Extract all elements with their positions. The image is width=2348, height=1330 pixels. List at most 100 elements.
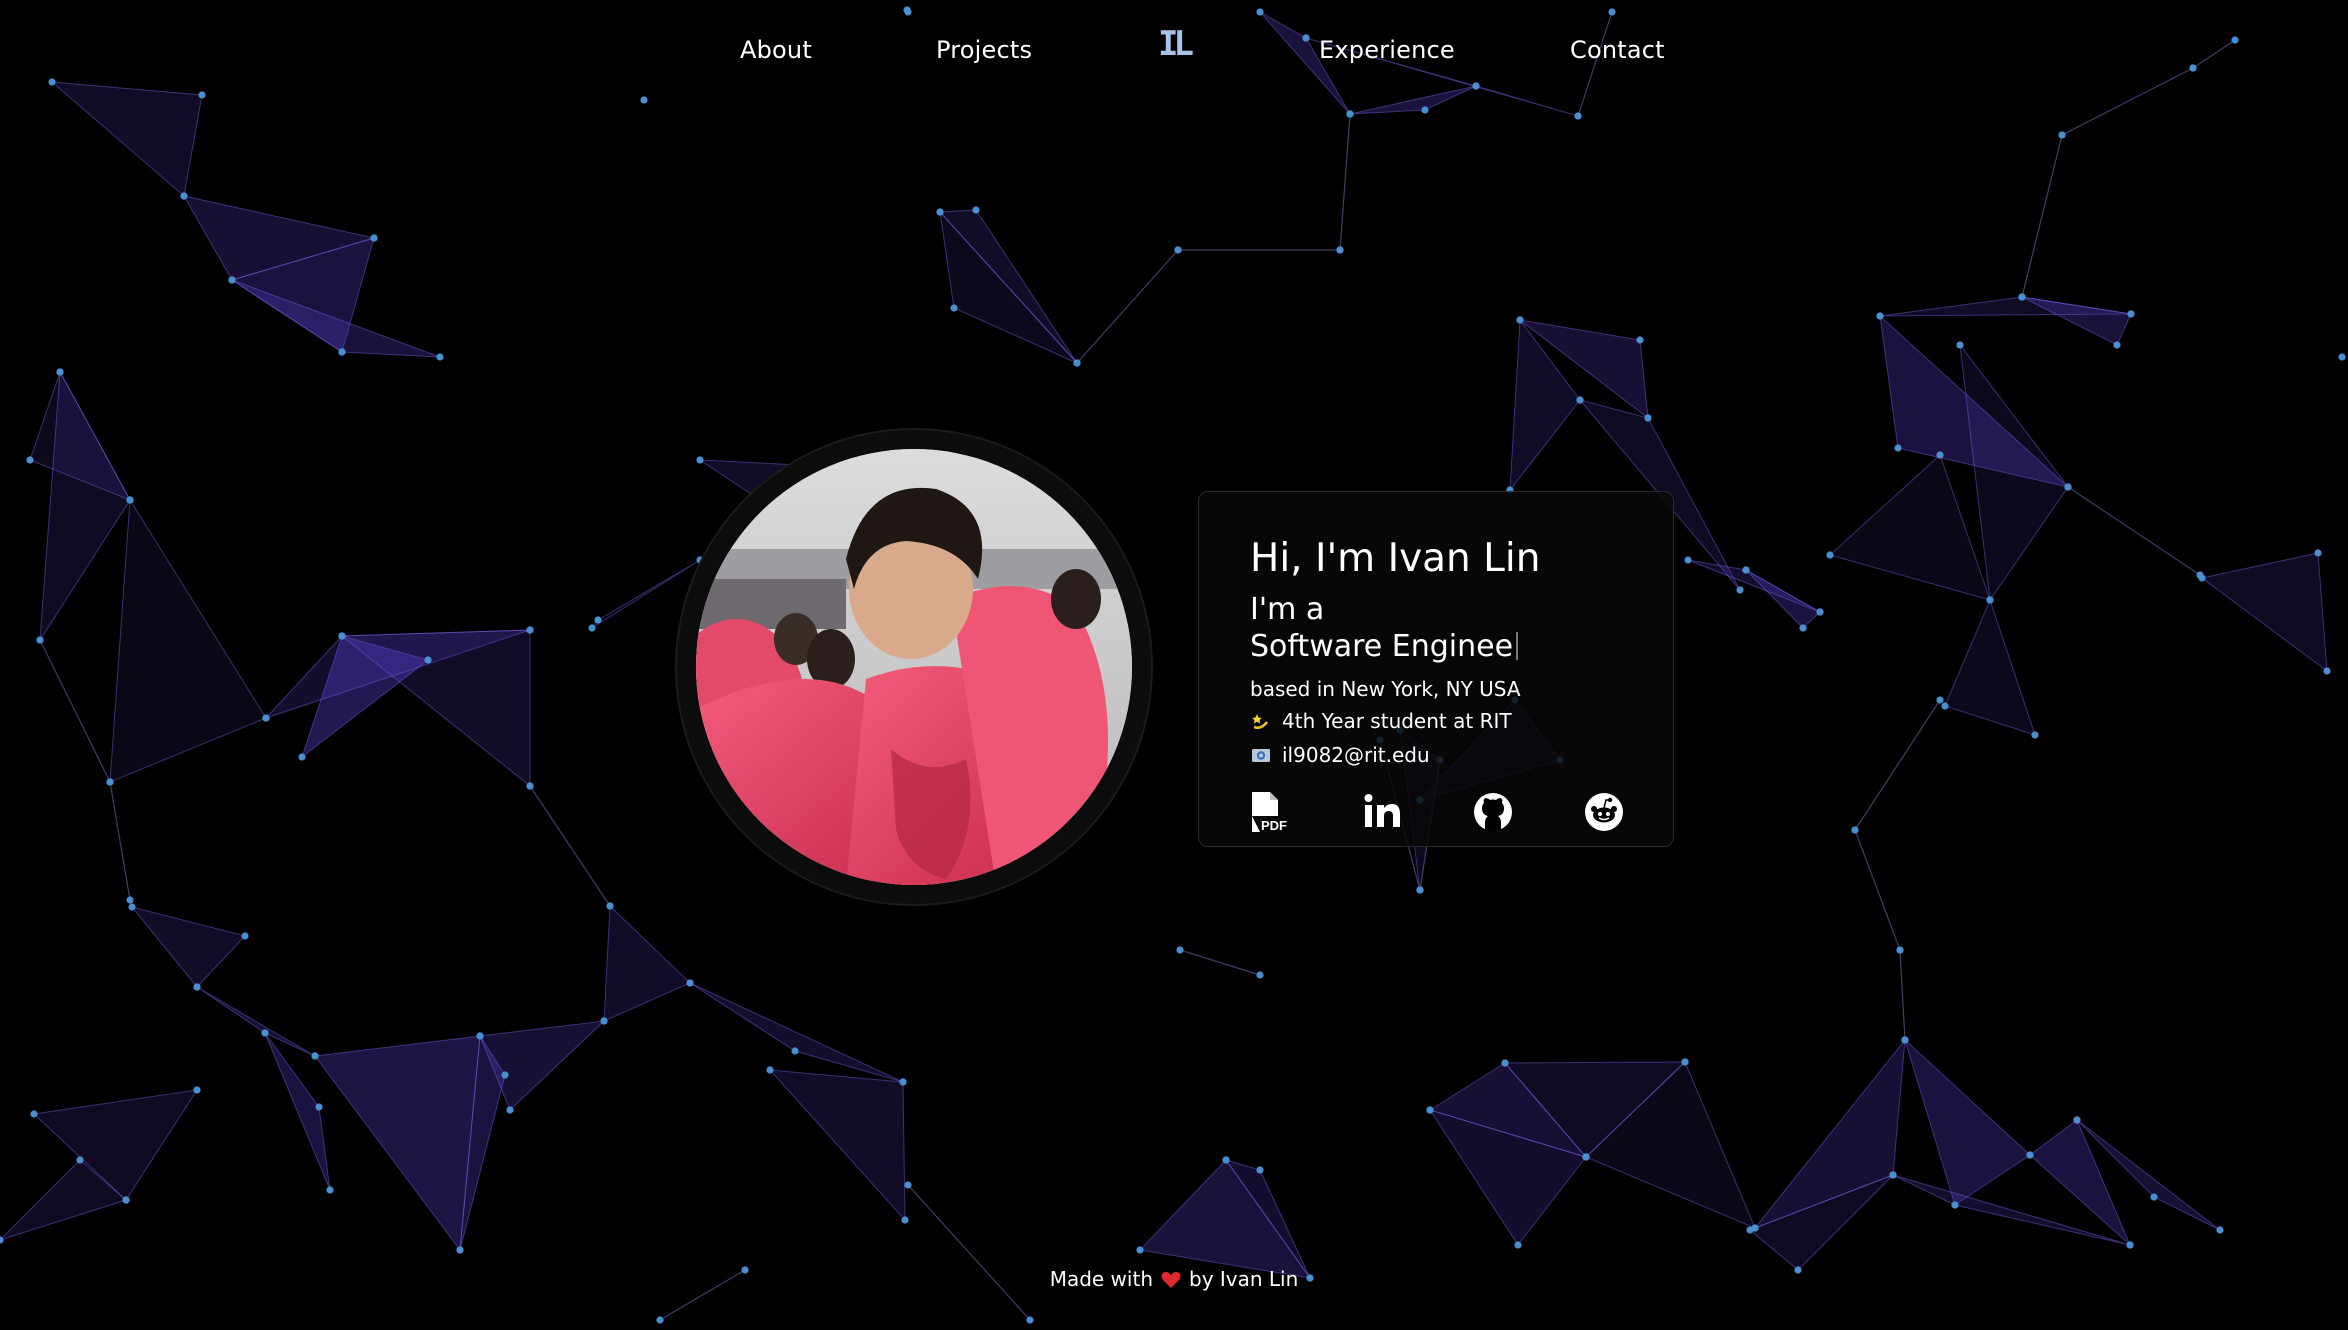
network-node (1256, 8, 1264, 16)
reddit-link[interactable] (1582, 790, 1626, 834)
network-node (2018, 293, 2026, 301)
network-node (1851, 826, 1859, 834)
network-node (424, 656, 432, 664)
student-info: 4th Year student at RIT (1250, 709, 1512, 733)
reddit-icon (1585, 793, 1623, 831)
nav-about-link[interactable]: About (740, 36, 812, 64)
network-node (198, 91, 206, 99)
email-info[interactable]: il9082@rit.edu (1250, 743, 1430, 767)
network-node (30, 1110, 38, 1118)
network-node (1501, 1059, 1509, 1067)
network-node (126, 896, 134, 904)
network-node (241, 932, 249, 940)
network-node (1746, 1226, 1754, 1234)
nav-contact-link[interactable]: Contact (1570, 36, 1665, 64)
network-node (456, 1246, 464, 1254)
network-node (261, 1029, 269, 1037)
network-node (506, 1106, 514, 1114)
linkedin-link[interactable] (1361, 790, 1405, 834)
network-node (2127, 310, 2135, 318)
page: About Projects IL Experience Contact Hi,… (0, 0, 2348, 1330)
network-node (594, 616, 602, 624)
network-node (686, 979, 694, 987)
network-node (1256, 971, 1264, 979)
network-node (640, 96, 648, 104)
network-node (370, 234, 378, 242)
network-node (338, 632, 346, 640)
intro-text: I'm a (1250, 592, 1325, 627)
network-polygon (939, 210, 1078, 364)
network-polygon (1138, 1159, 1312, 1279)
network-node (436, 353, 444, 361)
greeting-heading: Hi, I'm Ivan Lin (1250, 536, 1541, 581)
network-node (2323, 667, 2331, 675)
network-node (126, 496, 134, 504)
typed-role: Software Enginee (1250, 629, 1519, 664)
network-node (600, 1017, 608, 1025)
network-node (2314, 549, 2322, 557)
footer: Made with by Ivan Lin (0, 1267, 2348, 1291)
network-link (109, 781, 131, 901)
github-icon (1474, 793, 1512, 832)
network-node (1222, 1156, 1230, 1164)
resume-pdf-link[interactable]: PDF (1248, 790, 1292, 834)
network-polygon (2021, 296, 2132, 346)
network-node (262, 714, 270, 722)
network-node (2064, 483, 2072, 491)
network-node (2073, 1116, 2081, 1124)
network-link (1076, 249, 1179, 364)
heart-icon (1161, 1271, 1181, 1288)
network-node (228, 276, 236, 284)
network-node (326, 1186, 334, 1194)
network-node (2113, 341, 2121, 349)
network-node (1346, 110, 1354, 118)
network-polygon (1745, 569, 1821, 629)
nav-experience-link[interactable]: Experience (1319, 36, 1455, 64)
network-node (298, 753, 306, 761)
social-links: PDF (1248, 790, 1648, 838)
network-node (501, 1071, 509, 1079)
network-link (39, 639, 111, 783)
network-node (2026, 1151, 2034, 1159)
network-polygon (1349, 85, 1477, 115)
network-link (2061, 67, 2194, 136)
network-node (656, 1316, 664, 1324)
network-node (1421, 106, 1429, 114)
network-node (1026, 1316, 1034, 1324)
network-node (1644, 414, 1652, 422)
network-node (1684, 556, 1692, 564)
network-node (1901, 1036, 1909, 1044)
network-node (1951, 1201, 1959, 1209)
network-node (526, 782, 534, 790)
network-node (904, 8, 912, 16)
network-node (972, 206, 980, 214)
pdf-resume-icon: PDF (1252, 792, 1287, 833)
site-logo[interactable]: IL (1158, 24, 1194, 64)
network-polygon (196, 986, 316, 1057)
network-node (193, 983, 201, 991)
network-node (696, 456, 704, 464)
network-node (1636, 336, 1644, 344)
network-polygon (50, 81, 203, 197)
email-icon (1252, 749, 1270, 762)
network-node (791, 1047, 799, 1055)
network-node (1336, 246, 1344, 254)
network-node (1582, 1153, 1590, 1161)
network-node (56, 368, 64, 376)
network-node (26, 456, 34, 464)
network-node (122, 1196, 130, 1204)
email-text[interactable]: il9082@rit.edu (1282, 743, 1430, 767)
network-polygon (2029, 1119, 2131, 1246)
network-node (766, 1066, 774, 1074)
network-node (1799, 624, 1807, 632)
nav-projects-link[interactable]: Projects (936, 36, 1032, 64)
network-node (106, 778, 114, 786)
network-node (2216, 1226, 2224, 1234)
github-link[interactable] (1471, 790, 1515, 834)
network-node (1176, 946, 1184, 954)
network-node (526, 626, 534, 634)
network-node (1174, 246, 1182, 254)
network-link (1854, 699, 1941, 831)
particle-network-background (0, 6, 2346, 1324)
network-node (936, 208, 944, 216)
